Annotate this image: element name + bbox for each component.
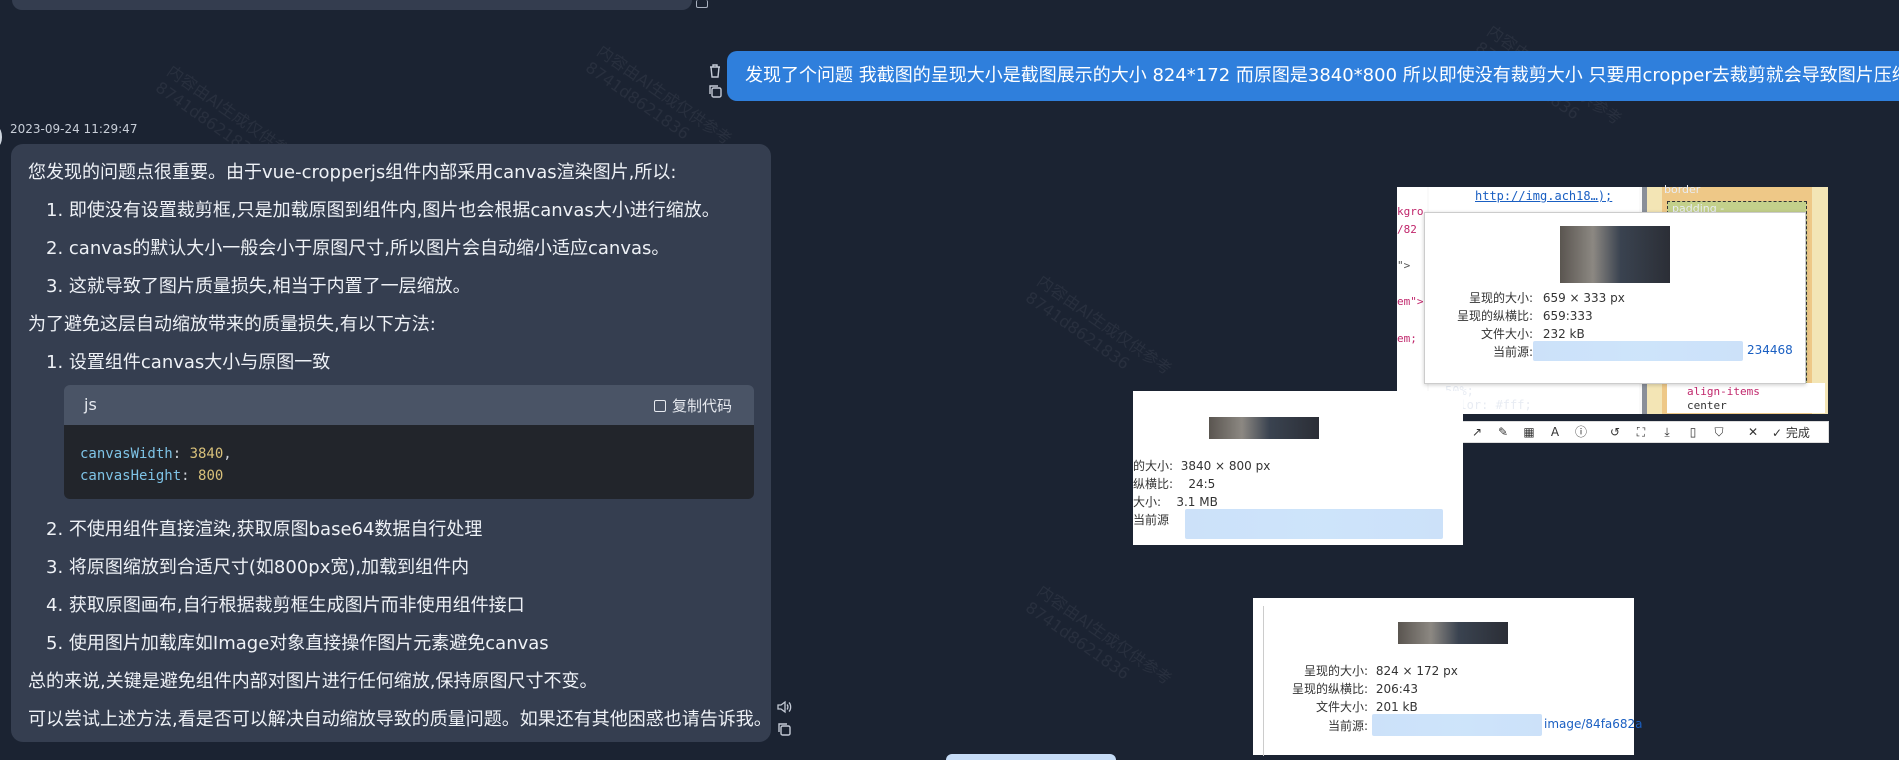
copy-icon[interactable] [707,84,723,100]
done-button[interactable]: ✓ 完成 [1772,424,1810,441]
redacted-url [1185,509,1443,539]
info-row: 呈现的大小: 659 × 333 px [1468,291,1625,305]
info-row: 文件大小: 201 kB [1315,700,1418,714]
list-item: 3. 将原图缩放到合适尺寸(如800px宽),加载到组件内 [46,557,470,578]
speaker-icon[interactable] [776,700,792,716]
cropped-image-screenshot: 呈现的大小: 824 × 172 px 呈现的纵横比: 206:43 文件大小:… [1253,598,1643,756]
list-item: 5. 使用图片加载库如Image对象直接操作图片元素避免canvas [46,633,549,654]
text-tool-icon[interactable]: A [1548,425,1562,439]
download-icon[interactable]: ⤓ [1660,425,1674,439]
image-thumbnail [1209,417,1319,439]
info-row: 当前源: [1327,719,1368,733]
info-row: 文件大小: 232 kB [1480,327,1585,341]
code-content: canvasWidth: 3840, canvasHeight: 800 [64,425,754,499]
info-row: 呈现的大小: 824 × 172 px [1303,664,1458,678]
undo-icon[interactable]: ↺ [1608,425,1622,439]
mosaic-tool-icon[interactable]: ▦ [1522,425,1536,439]
scroll-to-bottom-tab[interactable] [946,754,1116,760]
watermark: 内容由AI生成仅供参考8741d8621836 [1022,271,1176,379]
list-item: 1. 即使没有设置裁剪框,只是加载原图到组件内,图片也会根据canvas大小进行… [46,200,720,221]
css-property: align-items center [1667,383,1825,413]
list-item: 1. 设置组件canvas大小与原图一致 [46,352,331,373]
message-timestamp: 2023-09-24 11:29:47 [10,122,138,136]
closing-text: 可以尝试上述方法,看是否可以解决自动缩放导致的质量问题。如果还有其他困惑也请告诉… [28,709,772,730]
copy-icon[interactable] [696,0,708,8]
watermark: 内容由AI生成仅供参考8741d8621836 [1022,581,1176,689]
image-thumbnail [1560,226,1670,283]
redacted-url [1533,341,1743,361]
info-row: 大小: 3.1 MB [1133,495,1218,509]
info-row: 呈现的纵横比: 206:43 [1291,682,1419,696]
list-item: 2. 不使用组件直接渲染,获取原图base64数据自行处理 [46,519,483,540]
ai-intro-text: 您发现的问题点很重要。由于vue-cropperjs组件内部采用canvas渲染… [28,162,677,183]
ai-message-bubble: 您发现的问题点很重要。由于vue-cropperjs组件内部采用canvas渲染… [11,144,772,742]
bookmark-icon[interactable]: ⛉ [1712,425,1726,439]
copy-code-button[interactable]: 复制代码 [653,395,732,416]
number-tool-icon[interactable]: ⓘ [1574,425,1588,439]
info-row: 的大小: 3840 × 800 px [1133,459,1271,473]
copy-icon[interactable] [776,722,792,738]
trash-icon[interactable] [707,63,723,79]
code-language-label: js [84,395,97,414]
source-url: 234468 [1747,343,1793,357]
devtools-gutter: kgro /82 "> em"> em; [1397,187,1427,414]
list-item: 3. 这就导致了图片质量损失,相当于内置了一层缩放。 [46,276,471,297]
image-thumbnail [1398,622,1508,644]
list-item: 4. 获取原图画布,自行根据裁剪框生成图片而非使用组件接口 [46,595,525,616]
user-message-text: 发现了个问题 我截图的呈现大小是截图展示的大小 824*172 而原图是3840… [745,65,1899,86]
methods-intro-text: 为了避免这层自动缩放带来的质量损失,有以下方法: [28,314,436,335]
redacted-url [1372,714,1542,736]
image-info-tooltip: 呈现的大小: 659 × 333 px 呈现的纵横比: 659:333 文件大小… [1424,212,1806,384]
source-url: image/84fa682a [1544,717,1643,731]
copy-icon [653,400,666,412]
screenshot-toolbar: □ ○ ↗ ✎ ▦ A ⓘ ↺ ⛶ ⤓ ▯ ⛉ ✕ ✓ 完成 [1411,421,1829,443]
code-block: js 复制代码 canvasWidth: 3840, canvasHeight:… [64,385,754,499]
close-icon[interactable]: ✕ [1746,425,1760,439]
code-block-header: js 复制代码 [64,385,754,425]
expand-icon[interactable]: ⛶ [1634,425,1648,439]
user-message-bubble: 发现了个问题 我截图的呈现大小是截图展示的大小 824*172 而原图是3840… [727,51,1899,101]
list-item: 2. canvas的默认大小一般会小于原图尺寸,所以图片会自动缩小适应canva… [46,238,670,259]
avatar [0,128,2,146]
previous-message-bubble [12,0,692,10]
info-row: 呈现的纵横比: 659:333 [1456,309,1593,323]
arrow-tool-icon[interactable]: ↗ [1470,425,1484,439]
info-row: 当前源: [1492,345,1533,359]
pen-tool-icon[interactable]: ✎ [1496,425,1510,439]
info-row: 纵横比: 24:5 [1133,477,1216,491]
original-image-screenshot: 的大小: 3840 × 800 px 纵横比: 24:5 大小: 3.1 MB … [1133,391,1463,545]
summary-text: 总的来说,关键是避免组件内部对图片进行任何缩放,保持原图尺寸不变。 [28,671,598,692]
info-row: 当前源 [1133,513,1170,527]
pin-icon[interactable]: ▯ [1686,425,1700,439]
